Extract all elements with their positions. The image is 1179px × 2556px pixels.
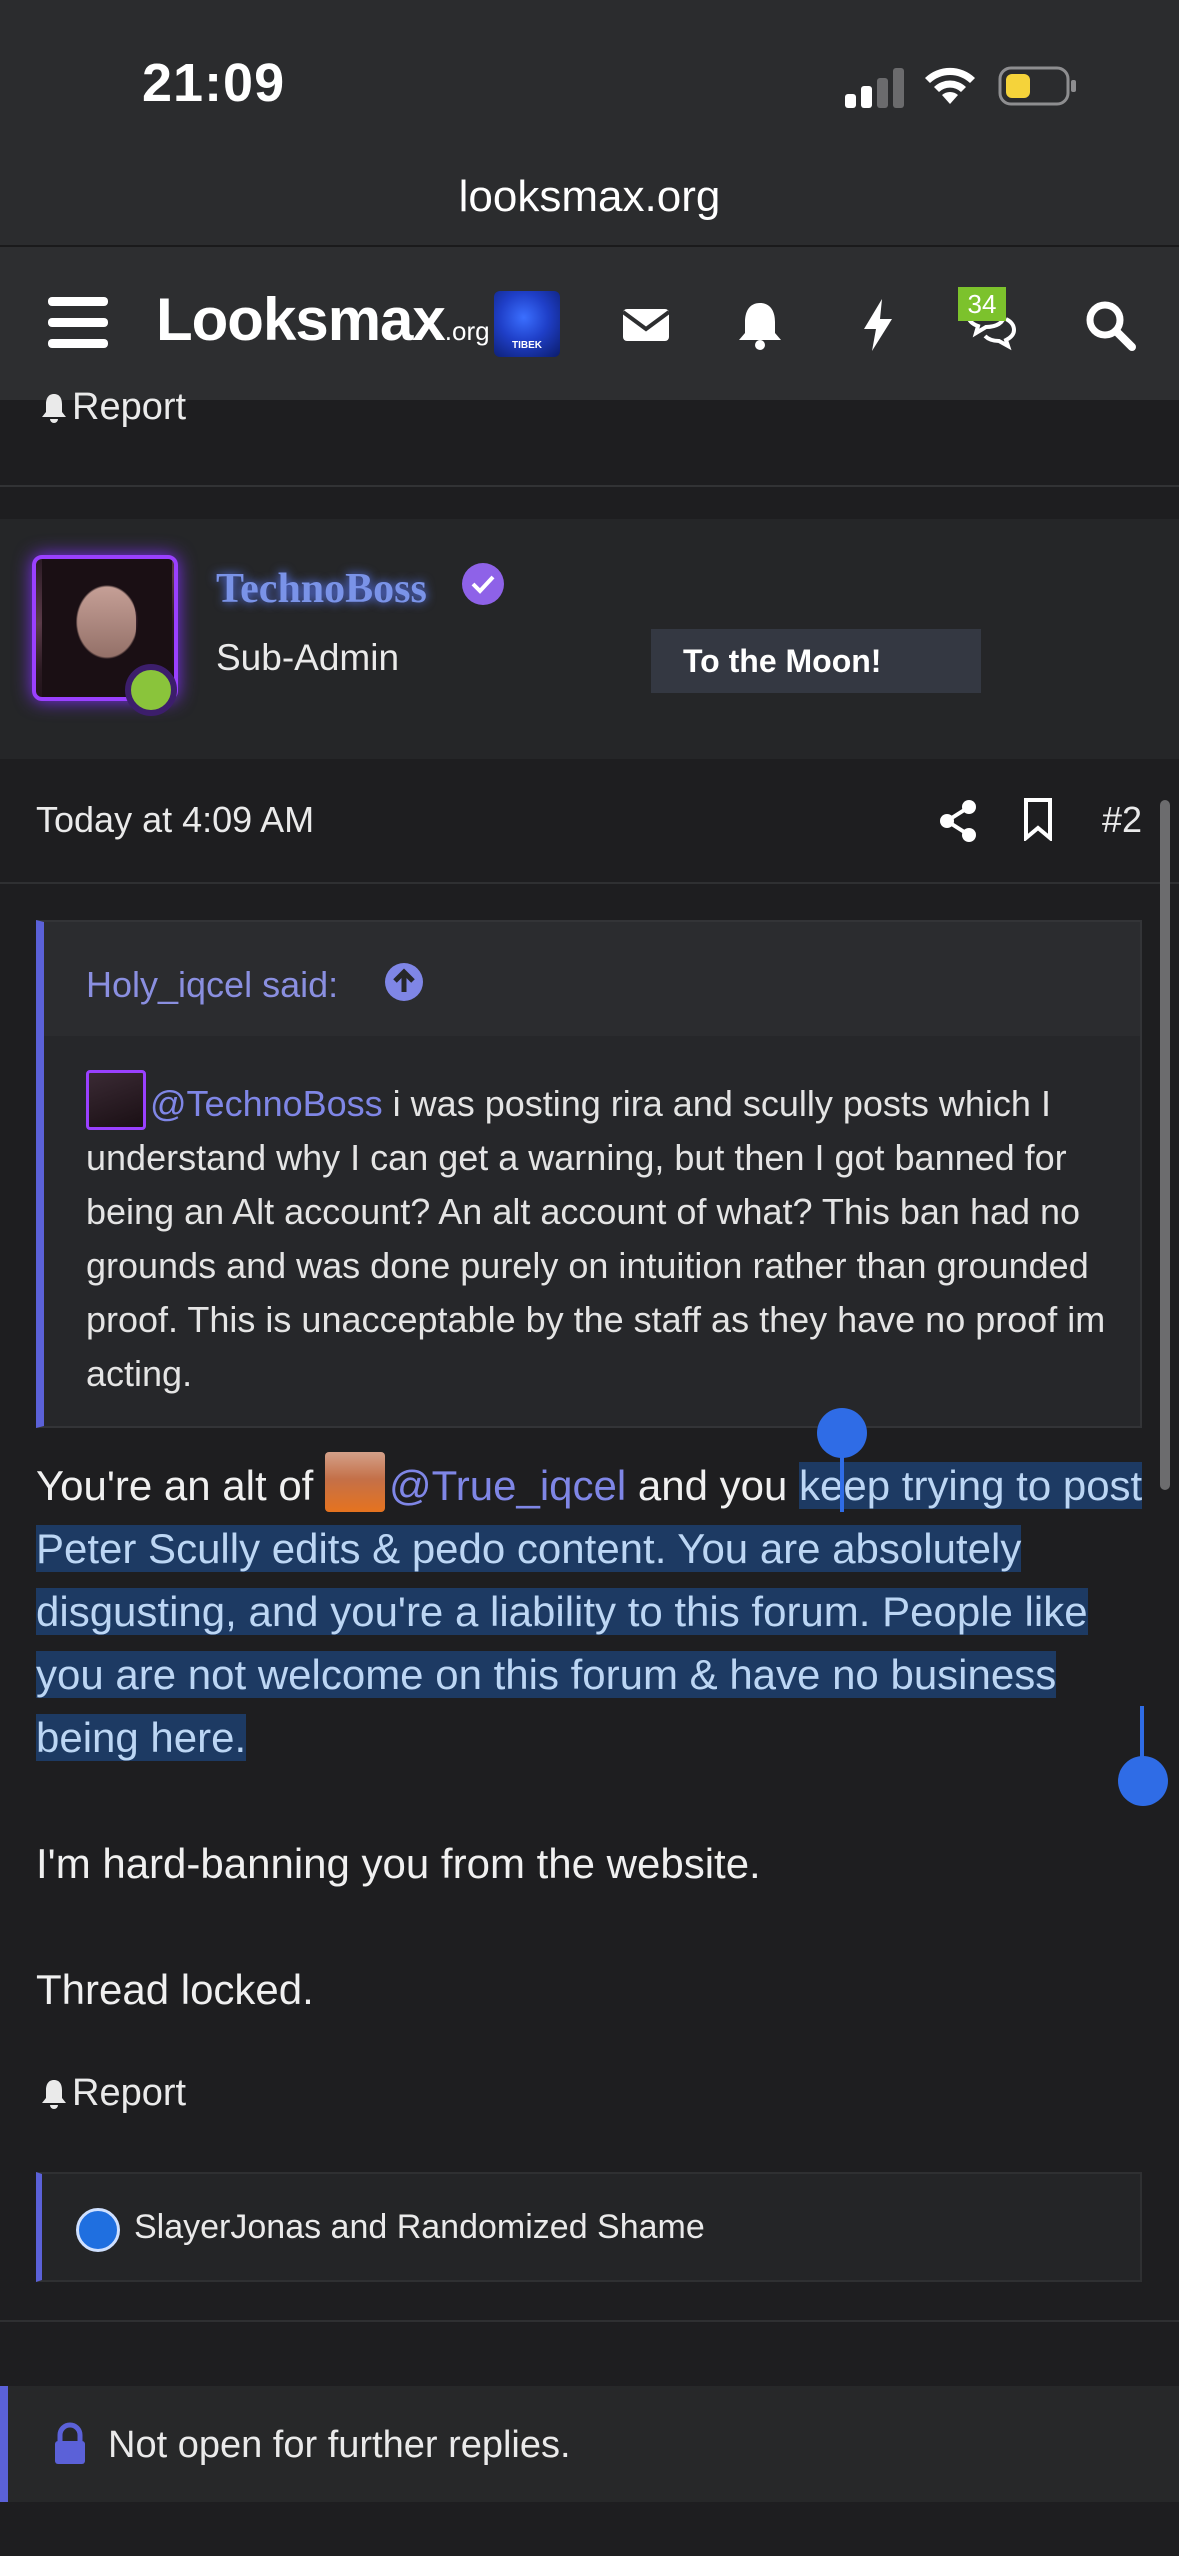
bell-icon	[42, 2080, 66, 2109]
menu-icon[interactable]	[48, 297, 108, 349]
status-time: 21:09	[142, 53, 286, 113]
mention-avatar	[86, 1070, 146, 1130]
post-text: You're an alt of	[36, 1462, 326, 1509]
share-icon[interactable]	[938, 799, 978, 843]
whats-new-bolt-icon[interactable]	[848, 295, 908, 355]
quote-author[interactable]: Holy_iqcel said:	[86, 964, 338, 1006]
selection-start-caret	[840, 1456, 844, 1512]
post-number[interactable]: #2	[1102, 799, 1142, 841]
post-separator	[0, 485, 1179, 519]
wifi-icon	[925, 67, 975, 104]
user-title: Sub-Admin	[216, 637, 400, 678]
lock-icon	[55, 2422, 85, 2464]
post-text: and you	[626, 1462, 800, 1509]
site-header: Looksmax.org TIBEK 34	[0, 245, 1179, 400]
search-icon[interactable]	[1080, 295, 1140, 355]
logo-suffix: .org	[444, 316, 490, 346]
post-paragraph: I'm hard-banning you from the website.	[36, 1840, 761, 1887]
account-avatar[interactable]: TIBEK	[494, 291, 560, 357]
selection-start-handle[interactable]	[817, 1408, 867, 1458]
reactions-bar[interactable]: SlayerJonas and Randomized Shame	[36, 2172, 1142, 2282]
avatar-caption: TIBEK	[512, 340, 542, 351]
divider	[0, 2320, 1179, 2322]
report-link-prev[interactable]: Report	[40, 386, 186, 429]
post-paragraph: You're an alt of @True_iqcel and you kee…	[36, 1452, 1146, 1769]
browser-chrome: 21:09 looksmax.org	[0, 0, 1179, 245]
scrollbar[interactable]	[1160, 800, 1170, 1490]
like-icon	[76, 2208, 120, 2252]
selection-end-handle[interactable]	[1118, 1756, 1168, 1806]
mention-avatar	[325, 1452, 386, 1512]
post-meta: Today at 4:09 AM #2	[0, 759, 1179, 884]
quote-header: Holy_iqcel said:	[44, 922, 1140, 1036]
user-banner: To the Moon!	[651, 629, 981, 693]
jump-to-quote-icon[interactable]	[382, 960, 426, 1004]
quote-text: @TechnoBoss i was posting rira and scull…	[86, 1070, 1126, 1401]
reactions-list[interactable]: SlayerJonas and Randomized Shame	[134, 2208, 705, 2247]
site-logo[interactable]: Looksmax.org	[156, 285, 490, 354]
post-body: You're an alt of @True_iqcel and you kee…	[36, 1452, 1146, 2084]
report-link[interactable]: Report	[40, 2072, 186, 2115]
inbox-icon[interactable]	[616, 295, 676, 355]
mention-link[interactable]: @TechnoBoss	[150, 1083, 383, 1124]
url-bar[interactable]: looksmax.org	[0, 172, 1179, 222]
post-paragraph: Thread locked.	[36, 1966, 314, 2013]
report-label: Report	[72, 386, 187, 428]
conversations-badge: 34	[958, 287, 1006, 321]
bell-icon	[42, 394, 66, 423]
post-date[interactable]: Today at 4:09 AM	[36, 799, 314, 841]
bell-icon[interactable]	[730, 295, 790, 355]
thread-closed-notice: Not open for further replies.	[0, 2386, 1179, 2502]
verified-badge-icon	[462, 563, 504, 605]
report-label: Report	[72, 2072, 187, 2114]
post-user-block: TechnoBoss Sub-Admin To the Moon!	[0, 519, 1179, 787]
cellular-signal-icon	[845, 66, 905, 108]
thread-status: Not open for further replies.	[108, 2424, 571, 2466]
username[interactable]: TechnoBoss	[216, 565, 427, 613]
quote-block: Holy_iqcel said: @TechnoBoss i was posti…	[36, 920, 1142, 1428]
mention-link[interactable]: @True_iqcel	[389, 1462, 626, 1509]
quote-content: i was posting rira and scully posts whic…	[86, 1083, 1106, 1394]
online-status-indicator	[125, 664, 177, 716]
battery-icon	[998, 66, 1076, 106]
logo-text: Looksmax	[156, 286, 446, 353]
bookmark-icon[interactable]	[1022, 797, 1054, 841]
